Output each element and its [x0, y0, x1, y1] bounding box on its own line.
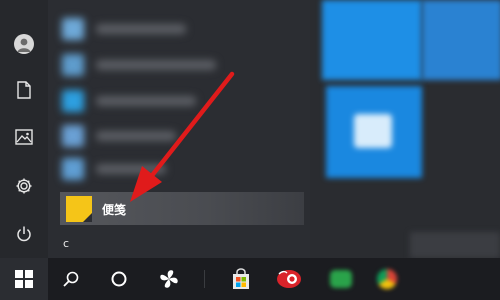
start-menu-screen: { "start_menu": { "pinned_app": { "label…	[0, 0, 500, 300]
taskbar	[0, 258, 500, 300]
pictures-icon	[15, 129, 33, 145]
section-header-c[interactable]: c	[63, 237, 69, 250]
documents-button[interactable]	[0, 70, 48, 110]
sticky-notes-list-item[interactable]	[60, 192, 304, 225]
cortana-button[interactable]	[96, 258, 142, 300]
user-avatar-button[interactable]	[0, 24, 48, 64]
document-icon	[17, 81, 31, 99]
red-app-button[interactable]	[266, 258, 312, 300]
list-item[interactable]	[62, 54, 282, 76]
list-item[interactable]	[62, 18, 282, 40]
cortana-icon	[111, 271, 127, 287]
list-item[interactable]	[62, 90, 282, 112]
live-tile[interactable]	[326, 86, 422, 178]
power-icon	[17, 226, 31, 242]
settings-button[interactable]	[0, 166, 48, 206]
windows-start-icon	[15, 270, 33, 288]
browser-button[interactable]	[364, 258, 410, 300]
microsoft-store-button[interactable]	[218, 258, 264, 300]
live-tile[interactable]	[422, 0, 500, 80]
pinwheel-app-button[interactable]	[146, 258, 192, 300]
pictures-button[interactable]	[0, 117, 48, 157]
search-button[interactable]	[48, 258, 94, 300]
start-button[interactable]	[0, 258, 48, 300]
pinwheel-app-icon	[160, 270, 178, 288]
start-left-rail	[0, 0, 48, 258]
user-avatar-icon	[14, 34, 34, 54]
taskbar-divider	[204, 270, 205, 288]
sticky-notes-icon	[66, 196, 92, 222]
list-item[interactable]	[62, 125, 282, 147]
live-tile[interactable]	[322, 0, 422, 80]
red-app-icon	[277, 270, 301, 288]
browser-icon	[377, 269, 397, 289]
microsoft-store-icon	[233, 268, 249, 289]
live-tiles-area	[310, 0, 500, 258]
search-icon	[63, 271, 79, 287]
power-button[interactable]	[0, 214, 48, 254]
live-tile[interactable]	[410, 232, 500, 258]
list-item[interactable]	[62, 158, 282, 180]
sticky-notes-label: 便笺	[102, 203, 127, 217]
green-app-button[interactable]	[318, 258, 364, 300]
settings-icon	[16, 178, 32, 194]
green-app-icon	[330, 270, 352, 288]
